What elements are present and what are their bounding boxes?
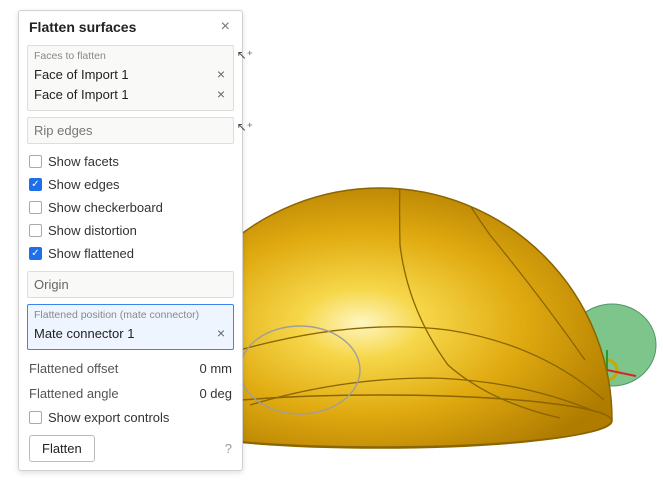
flattened-angle-label: Flattened angle (29, 386, 119, 401)
show-checkerboard-label: Show checkerboard (48, 200, 163, 215)
show-distortion-checkbox[interactable] (29, 224, 42, 237)
faces-label: Faces to flatten (34, 50, 227, 62)
show-checkerboard-checkbox[interactable] (29, 201, 42, 214)
faces-to-flatten-field[interactable]: ↖⁺ Faces to flatten Face of Import 1 × F… (27, 45, 234, 111)
panel-title: Flatten surfaces (29, 19, 136, 35)
help-icon[interactable]: ? (225, 441, 232, 456)
flattened-position-field[interactable]: Flattened position (mate connector) Mate… (27, 304, 234, 350)
close-icon[interactable]: × (219, 19, 232, 35)
show-flattened-checkbox[interactable]: ✓ (29, 247, 42, 260)
flatten-surfaces-panel: Flatten surfaces × ↖⁺ Faces to flatten F… (18, 10, 243, 471)
face-chip-label: Face of Import 1 (34, 87, 129, 102)
face-chip-label: Face of Import 1 (34, 67, 129, 82)
flattened-offset-value: 0 mm (200, 361, 233, 376)
remove-face-icon[interactable]: × (215, 86, 227, 102)
remove-face-icon[interactable]: × (215, 66, 227, 82)
flatten-button[interactable]: Flatten (29, 435, 95, 462)
show-facets-label: Show facets (48, 154, 119, 169)
flattened-angle-row[interactable]: Flattened angle 0 deg (19, 381, 242, 406)
show-edges-checkbox[interactable]: ✓ (29, 178, 42, 191)
show-flattened-label: Show flattened (48, 246, 134, 261)
rip-edges-placeholder: Rip edges (34, 123, 93, 138)
face-selection-item: Face of Import 1 × (34, 84, 227, 104)
flattened-angle-value: 0 deg (199, 386, 232, 401)
show-distortion-label: Show distortion (48, 223, 137, 238)
flattened-position-label: Flattened position (mate connector) (34, 309, 227, 321)
origin-field[interactable]: Origin (27, 271, 234, 298)
show-export-controls-label: Show export controls (48, 410, 169, 425)
face-selection-item: Face of Import 1 × (34, 64, 227, 84)
flattened-offset-row[interactable]: Flattened offset 0 mm (19, 356, 242, 381)
flattened-offset-label: Flattened offset (29, 361, 118, 376)
show-edges-label: Show edges (48, 177, 120, 192)
origin-placeholder: Origin (34, 277, 69, 292)
show-facets-checkbox[interactable] (29, 155, 42, 168)
rip-edges-field[interactable]: ↖⁺ Rip edges (27, 117, 234, 144)
mate-connector-chip-label: Mate connector 1 (34, 326, 134, 341)
show-export-controls-checkbox[interactable] (29, 411, 42, 424)
remove-mate-connector-icon[interactable]: × (215, 325, 227, 341)
